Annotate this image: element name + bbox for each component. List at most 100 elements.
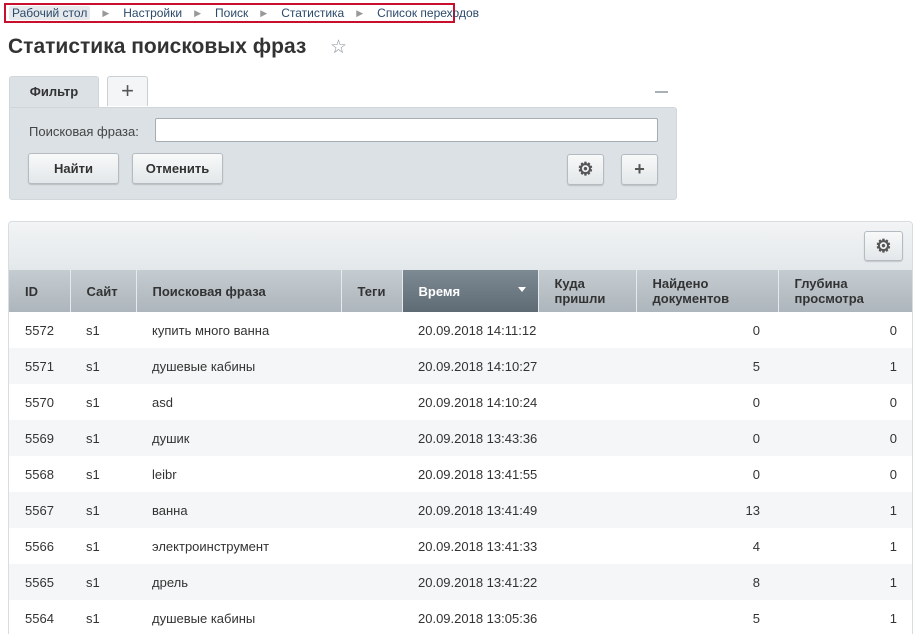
cell-time: 20.09.2018 14:10:27 (402, 348, 538, 384)
cell-found-documents: 8 (636, 564, 778, 600)
breadcrumb-item-search[interactable]: Поиск (215, 6, 248, 20)
table-row[interactable]: 5565 s1 дрель 20.09.2018 13:41:22 8 1 (9, 564, 912, 600)
cell-id: 5565 (9, 564, 70, 600)
cell-time: 20.09.2018 13:41:33 (418, 538, 538, 554)
cell-found-documents: 4 (752, 538, 760, 554)
cell-site: s1 (70, 492, 136, 528)
cell-id: 5572 (25, 322, 54, 338)
cell-view-depth: 1 (778, 492, 912, 528)
table-row[interactable]: 5567 s1 ванна 20.09.2018 13:41:49 13 1 (9, 492, 912, 528)
cell-found-documents: 0 (752, 322, 760, 338)
chevron-right-icon: ▶ (102, 7, 110, 18)
cell-tags (341, 456, 402, 492)
star-icon[interactable]: ☆ (330, 37, 350, 59)
table-row[interactable]: 5564 s1 душевые кабины 20.09.2018 13:05:36 5… (9, 600, 912, 634)
table-row[interactable]: 5571 s1 душевые кабины 20.09.2018 14:10:27 5… (9, 348, 912, 384)
column-header-phrase[interactable]: Поисковая фраза (136, 270, 342, 312)
data-grid: ⚙ ID Сайт Поисковая фраза Теги Время Куд… (8, 221, 913, 634)
column-header-view-depth[interactable]: Глубина просмотра (778, 270, 912, 312)
tab-filter[interactable]: Фильтр (9, 76, 99, 109)
add-filter-tab-button[interactable]: + (107, 76, 148, 106)
cell-tags (341, 528, 402, 564)
find-button[interactable]: Найти (28, 153, 119, 184)
table-row[interactable]: 5570 s1 asd 20.09.2018 14:10:24 0 0 (9, 384, 912, 420)
stats-table: ID Сайт Поисковая фраза Теги Время Куда … (9, 270, 912, 634)
grid-toolbar: ⚙ (9, 222, 912, 270)
cell-found-documents: 5 (752, 610, 760, 626)
cell-time: 20.09.2018 14:11:12 (418, 322, 537, 338)
cell-time: 20.09.2018 13:41:55 (418, 466, 538, 482)
cell-site: s1 (70, 564, 136, 600)
cell-phrase: душик (136, 420, 341, 456)
column-header-time[interactable]: Время (402, 270, 539, 312)
cell-tags (341, 564, 402, 600)
column-header-time-label: Время (418, 283, 461, 299)
sort-desc-icon (517, 287, 526, 292)
breadcrumb-item-settings[interactable]: Настройки (123, 6, 182, 20)
cell-destination (538, 456, 636, 492)
cell-found-documents: 0 (752, 466, 760, 482)
plus-icon: + (634, 159, 645, 179)
cell-found-documents: 0 (752, 394, 760, 410)
cell-id: 5567 (9, 492, 70, 528)
cell-time: 20.09.2018 14:10:24 (418, 394, 538, 410)
cell-destination (538, 600, 636, 634)
cell-tags (341, 492, 402, 528)
cell-phrase: дрель (136, 564, 341, 600)
cell-destination (538, 384, 636, 420)
table-row[interactable]: 5568 s1 leibr 20.09.2018 13:41:55 0 0 (9, 456, 912, 492)
cell-view-depth: 1 (778, 348, 912, 384)
breadcrumb-item-transitions[interactable]: Список переходов (377, 6, 479, 20)
search-phrase-label: Поисковая фраза: (29, 124, 139, 139)
cell-site: s1 (70, 348, 136, 384)
cell-tags (341, 384, 402, 420)
cancel-button[interactable]: Отменить (132, 153, 223, 184)
cell-view-depth: 1 (889, 610, 897, 626)
add-filter-field-button[interactable]: + (621, 154, 658, 185)
table-body: 5572 s1 купить много ванна 20.09.2018 14:11… (9, 312, 912, 634)
cell-id: 5564 (25, 610, 54, 626)
cell-view-depth: 0 (889, 322, 897, 338)
column-header-found-documents[interactable]: Найдено документов (636, 270, 779, 312)
breadcrumb-item-statistics[interactable]: Статистика (281, 6, 344, 20)
chevron-right-icon: ▶ (260, 7, 268, 18)
breadcrumb-item-desktop[interactable]: Рабочий стол (9, 6, 91, 20)
table-row[interactable]: 5572 s1 купить много ванна 20.09.2018 14:11… (9, 312, 912, 348)
grid-settings-button[interactable]: ⚙ (864, 231, 903, 261)
cell-time: 20.09.2018 13:43:36 (402, 420, 538, 456)
table-header-row: ID Сайт Поисковая фраза Теги Время Куда … (9, 270, 912, 312)
column-header-id[interactable]: ID (9, 270, 71, 312)
cell-view-depth: 0 (889, 466, 897, 482)
cell-phrase: электроинструмент (152, 538, 270, 554)
cell-site: s1 (86, 466, 100, 482)
cell-phrase: купить много ванна (152, 322, 270, 338)
search-phrase-input[interactable] (155, 118, 658, 142)
cell-phrase: душевые кабины (152, 610, 256, 626)
cell-destination (538, 564, 636, 600)
table-row[interactable]: 5566 s1 электроинструмент 20.09.2018 13:41:… (9, 528, 912, 564)
minimize-icon[interactable] (655, 91, 668, 93)
cell-site: s1 (86, 322, 100, 338)
cell-tags (341, 348, 402, 384)
cell-site: s1 (70, 420, 136, 456)
cell-destination (538, 492, 636, 528)
gear-icon: ⚙ (875, 236, 892, 256)
cell-tags (341, 420, 402, 456)
table-row[interactable]: 5569 s1 душик 20.09.2018 13:43:36 0 0 (9, 420, 912, 456)
cell-phrase: asd (152, 394, 173, 410)
cell-id: 5568 (25, 466, 54, 482)
column-header-destination[interactable]: Куда пришли (538, 270, 637, 312)
cell-time: 20.09.2018 13:41:22 (402, 564, 538, 600)
cell-tags (341, 600, 402, 634)
cell-time: 20.09.2018 13:05:36 (418, 610, 538, 626)
column-header-tags[interactable]: Теги (341, 270, 403, 312)
cell-id: 5571 (9, 348, 70, 384)
cell-destination (538, 420, 636, 456)
filter-settings-button[interactable]: ⚙ (567, 154, 604, 185)
chevron-right-icon: ▶ (356, 7, 364, 18)
cell-found-documents: 5 (636, 348, 778, 384)
cell-view-depth: 0 (778, 420, 912, 456)
column-header-site[interactable]: Сайт (70, 270, 137, 312)
cell-view-depth: 1 (778, 564, 912, 600)
cell-destination (538, 312, 636, 348)
